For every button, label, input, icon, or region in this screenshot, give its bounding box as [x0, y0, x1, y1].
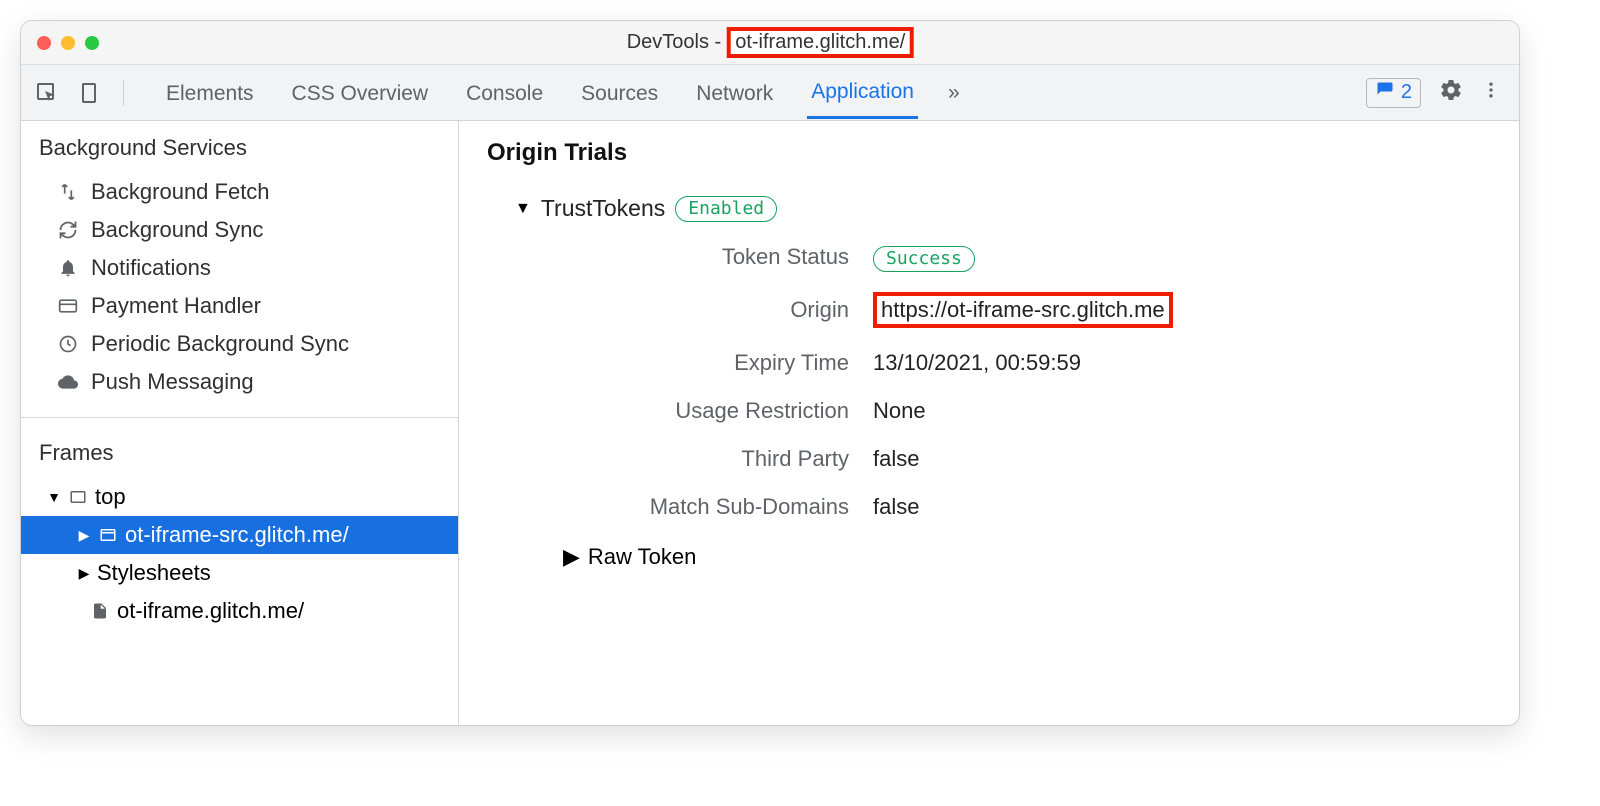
kv-val-third-party: false [873, 446, 1491, 472]
issues-button[interactable]: 2 [1366, 78, 1421, 108]
sidebar-item-label: Payment Handler [91, 293, 261, 319]
background-services-list: Background Fetch Background Sync Notific… [21, 173, 458, 409]
kv-key-expiry: Expiry Time [589, 350, 849, 376]
frame-label: ot-iframe.glitch.me/ [117, 598, 304, 624]
kv-val-usage: None [873, 398, 1491, 424]
more-tabs-button[interactable]: » [948, 81, 960, 105]
bell-icon [57, 258, 79, 278]
close-window-button[interactable] [37, 36, 51, 50]
kv-key-third-party: Third Party [589, 446, 849, 472]
sidebar-section-background-services: Background Services [21, 121, 458, 173]
tab-css-overview[interactable]: CSS Overview [288, 68, 433, 118]
credit-card-icon [57, 296, 79, 316]
frame-stylesheets[interactable]: ▶ Stylesheets [21, 554, 458, 592]
sidebar-item-label: Push Messaging [91, 369, 254, 395]
tab-console[interactable]: Console [462, 68, 547, 118]
kv-key-token-status: Token Status [589, 244, 849, 270]
frame-file[interactable]: ot-iframe.glitch.me/ [21, 592, 458, 630]
kebab-menu-icon[interactable] [1481, 78, 1501, 107]
caret-right-icon[interactable]: ▶ [77, 565, 91, 582]
trial-header[interactable]: ▼ TrustTokens Enabled [515, 195, 1491, 222]
toolbar-left [33, 79, 130, 107]
trial-details: Token Status Success Origin https://ot-i… [589, 244, 1491, 520]
titlebar: DevTools - ot-iframe.glitch.me/ [21, 21, 1519, 65]
panel-tabs: Elements CSS Overview Console Sources Ne… [162, 66, 1358, 119]
main-toolbar: Elements CSS Overview Console Sources Ne… [21, 65, 1519, 121]
toolbar-right: 2 [1366, 78, 1507, 108]
kv-key-match-sub: Match Sub-Domains [589, 494, 849, 520]
trial-status-badge: Enabled [675, 196, 777, 222]
device-toolbar-icon[interactable] [75, 79, 103, 107]
sidebar-item-label: Notifications [91, 255, 211, 281]
inspect-element-icon[interactable] [33, 79, 61, 107]
frame-label: ot-iframe-src.glitch.me/ [125, 522, 349, 548]
origin-value: https://ot-iframe-src.glitch.me [873, 292, 1173, 328]
raw-token-row[interactable]: ▶ Raw Token [563, 544, 1491, 570]
application-sidebar: Background Services Background Fetch Bac… [21, 121, 459, 725]
caret-right-icon: ▶ [563, 544, 580, 570]
caret-right-icon[interactable]: ▶ [77, 527, 91, 544]
cloud-icon [57, 372, 79, 392]
frame-label: top [95, 484, 126, 510]
sidebar-item-background-fetch[interactable]: Background Fetch [21, 173, 458, 211]
sidebar-item-periodic-sync[interactable]: Periodic Background Sync [21, 325, 458, 363]
frame-label: Stylesheets [97, 560, 211, 586]
main-panel: Origin Trials ▼ TrustTokens Enabled Toke… [459, 121, 1519, 725]
file-icon [89, 601, 111, 621]
divider [21, 417, 458, 418]
trial-name: TrustTokens [541, 195, 665, 222]
frame-selected[interactable]: ▶ ot-iframe-src.glitch.me/ [21, 516, 458, 554]
minimize-window-button[interactable] [61, 36, 75, 50]
issues-count: 2 [1401, 81, 1412, 104]
frame-icon [67, 488, 89, 506]
clock-icon [57, 334, 79, 354]
frame-top[interactable]: ▼ top [21, 478, 458, 516]
devtools-window: DevTools - ot-iframe.glitch.me/ Elements… [20, 20, 1520, 726]
sidebar-item-notifications[interactable]: Notifications [21, 249, 458, 287]
kv-val-expiry: 13/10/2021, 00:59:59 [873, 350, 1491, 376]
sidebar-item-background-sync[interactable]: Background Sync [21, 211, 458, 249]
window-title: DevTools - ot-iframe.glitch.me/ [627, 27, 914, 58]
trial-group: ▼ TrustTokens Enabled Token Status Succe… [515, 195, 1491, 570]
traffic-lights [37, 36, 99, 50]
kv-val-match-sub: false [873, 494, 1491, 520]
caret-down-icon: ▼ [515, 200, 531, 218]
sidebar-item-payment-handler[interactable]: Payment Handler [21, 287, 458, 325]
sidebar-item-label: Background Fetch [91, 179, 270, 205]
kv-key-usage: Usage Restriction [589, 398, 849, 424]
sidebar-item-push-messaging[interactable]: Push Messaging [21, 363, 458, 401]
sidebar-item-label: Periodic Background Sync [91, 331, 349, 357]
caret-down-icon[interactable]: ▼ [47, 489, 61, 505]
kv-val-origin: https://ot-iframe-src.glitch.me [873, 292, 1491, 328]
token-status-badge: Success [873, 246, 975, 272]
window-title-prefix: DevTools - [627, 31, 721, 54]
tab-elements[interactable]: Elements [162, 68, 258, 118]
updown-icon [57, 182, 79, 202]
raw-token-label: Raw Token [588, 544, 696, 570]
frames-tree: ▼ top ▶ ot-iframe-src.glitch.me/ ▶ Style… [21, 478, 458, 630]
iframe-icon [97, 526, 119, 544]
kv-key-origin: Origin [589, 297, 849, 323]
kv-val-token-status: Success [873, 244, 1491, 270]
maximize-window-button[interactable] [85, 36, 99, 50]
window-title-url: ot-iframe.glitch.me/ [727, 27, 913, 58]
origin-trials-heading: Origin Trials [487, 139, 1491, 167]
tab-network[interactable]: Network [692, 68, 777, 118]
sidebar-section-frames: Frames [21, 426, 458, 478]
tab-application[interactable]: Application [807, 66, 918, 119]
divider [123, 80, 124, 106]
settings-icon[interactable] [1439, 78, 1463, 107]
sync-icon [57, 220, 79, 240]
content-area: Background Services Background Fetch Bac… [21, 121, 1519, 725]
issues-icon [1375, 81, 1395, 105]
sidebar-item-label: Background Sync [91, 217, 263, 243]
tab-sources[interactable]: Sources [577, 68, 662, 118]
